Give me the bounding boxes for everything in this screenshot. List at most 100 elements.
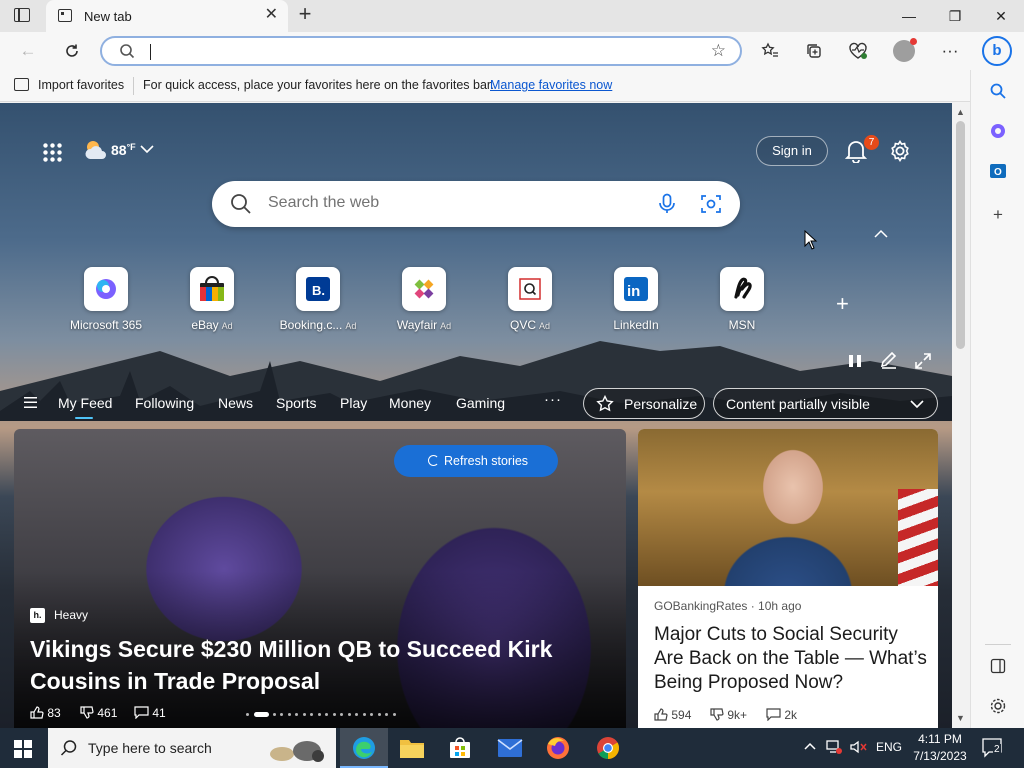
carousel-dot[interactable] bbox=[246, 713, 249, 716]
taskbar-search-box[interactable]: Type here to search bbox=[48, 728, 336, 768]
taskbar-mail[interactable] bbox=[486, 728, 534, 768]
tab-gaming[interactable]: Gaming bbox=[456, 395, 505, 411]
quick-link-microsoft-365[interactable]: Microsoft 365 bbox=[56, 267, 156, 332]
tab-my-feed[interactable]: My Feed bbox=[58, 395, 112, 419]
carousel-dot[interactable] bbox=[302, 713, 306, 716]
sign-in-button[interactable]: Sign in bbox=[756, 136, 828, 166]
story-headline[interactable]: Major Cuts to Social Security Are Back o… bbox=[654, 623, 930, 695]
sidebar-settings-button[interactable] bbox=[985, 693, 1011, 719]
personalize-button[interactable]: Personalize bbox=[583, 388, 705, 419]
sidebar-search-button[interactable] bbox=[985, 78, 1011, 104]
minimize-button[interactable]: — bbox=[886, 0, 932, 32]
tab-news[interactable]: News bbox=[218, 395, 253, 411]
show-hidden-icons[interactable] bbox=[804, 740, 816, 754]
carousel-dot[interactable] bbox=[377, 713, 381, 716]
carousel-dot[interactable] bbox=[280, 713, 283, 716]
windows-start-icon[interactable] bbox=[14, 740, 32, 758]
sidebar-office-button[interactable] bbox=[985, 118, 1011, 144]
back-button[interactable]: ← bbox=[14, 37, 42, 65]
expand-icon[interactable] bbox=[913, 352, 933, 370]
language-indicator[interactable]: ENG bbox=[876, 740, 902, 754]
tab-following[interactable]: Following bbox=[135, 395, 194, 411]
gear-icon[interactable] bbox=[888, 139, 912, 163]
carousel-dot[interactable] bbox=[272, 713, 276, 716]
microphone-icon[interactable] bbox=[658, 193, 676, 215]
comments-button[interactable]: 2k bbox=[766, 708, 797, 722]
favorites-button[interactable] bbox=[756, 37, 784, 65]
refresh-stories-button[interactable]: Refresh stories bbox=[394, 445, 558, 477]
bing-chat-button[interactable]: b bbox=[982, 36, 1012, 66]
taskbar-store[interactable] bbox=[436, 728, 484, 768]
scroll-down-icon[interactable]: ▼ bbox=[956, 713, 965, 723]
taskbar-clock[interactable]: 4:11 PM 7/13/2023 bbox=[906, 731, 974, 765]
manage-favorites-link[interactable]: Manage favorites now bbox=[490, 78, 612, 92]
new-tab-button[interactable]: + bbox=[294, 3, 316, 26]
carousel-dot[interactable] bbox=[347, 713, 351, 716]
restore-button[interactable]: ❐ bbox=[932, 0, 978, 32]
volume-icon[interactable] bbox=[850, 740, 868, 757]
tab-sports[interactable]: Sports bbox=[276, 395, 316, 411]
quick-link-wayfair[interactable]: Wayfair Ad bbox=[374, 267, 474, 332]
quick-link-qvc[interactable]: QVC Ad bbox=[480, 267, 580, 332]
comments-button[interactable]: 41 bbox=[134, 706, 166, 720]
action-center-button[interactable]: 2 bbox=[982, 738, 1004, 758]
refresh-button[interactable] bbox=[58, 37, 86, 65]
carousel-dot[interactable] bbox=[385, 713, 388, 716]
add-quick-link-button[interactable]: + bbox=[836, 291, 849, 317]
scroll-up-icon[interactable]: ▲ bbox=[956, 107, 965, 117]
pause-icon[interactable] bbox=[845, 352, 865, 370]
carousel-dot[interactable] bbox=[253, 712, 269, 717]
quick-link-booking[interactable]: B. Booking.c... Ad bbox=[268, 267, 368, 332]
tab-new-tab[interactable]: New tab ✕ bbox=[46, 0, 288, 32]
carousel-dot[interactable] bbox=[355, 713, 358, 716]
more-tabs-button[interactable]: ··· bbox=[544, 391, 562, 408]
hero-headline[interactable]: Vikings Secure $230 Million QB to Succee… bbox=[30, 633, 590, 697]
carousel-dot[interactable] bbox=[362, 713, 366, 716]
tab-actions-icon[interactable] bbox=[14, 8, 30, 22]
settings-menu-button[interactable]: ··· bbox=[936, 37, 964, 65]
content-visibility-dropdown[interactable]: Content partially visible bbox=[713, 388, 938, 419]
close-window-button[interactable]: ✕ bbox=[978, 0, 1024, 32]
import-favorites-button[interactable]: Import favorites bbox=[38, 78, 124, 92]
tab-play[interactable]: Play bbox=[340, 395, 367, 411]
carousel-dot[interactable] bbox=[340, 713, 343, 716]
taskbar-chrome[interactable] bbox=[584, 728, 632, 768]
story-card-social-security[interactable]: GOBankingRates · 10h ago Major Cuts to S… bbox=[638, 429, 938, 728]
dislike-button[interactable]: 9k+ bbox=[710, 708, 747, 722]
visual-search-icon[interactable] bbox=[700, 193, 722, 215]
taskbar-edge[interactable] bbox=[340, 728, 388, 768]
chevron-up-icon[interactable] bbox=[874, 226, 888, 242]
menu-icon[interactable] bbox=[24, 397, 37, 408]
quick-link-msn[interactable]: MSN bbox=[692, 267, 792, 332]
like-button[interactable]: 594 bbox=[654, 708, 691, 722]
carousel-dot[interactable] bbox=[392, 713, 396, 716]
like-button[interactable]: 83 bbox=[30, 706, 61, 720]
carousel-dot[interactable] bbox=[332, 713, 336, 716]
web-search-input[interactable] bbox=[268, 194, 628, 212]
edit-background-icon[interactable] bbox=[879, 352, 899, 370]
taskbar-file-explorer[interactable] bbox=[388, 728, 436, 768]
collections-button[interactable] bbox=[800, 37, 828, 65]
scrollbar-thumb[interactable] bbox=[956, 121, 965, 349]
carousel-dot[interactable] bbox=[287, 713, 291, 716]
carousel-dot[interactable] bbox=[325, 713, 328, 716]
quick-link-linkedin[interactable]: in LinkedIn bbox=[586, 267, 686, 332]
carousel-dots[interactable] bbox=[246, 712, 396, 718]
carousel-dot[interactable] bbox=[295, 713, 298, 716]
address-bar[interactable]: ☆ bbox=[100, 36, 742, 66]
browser-essentials-button[interactable] bbox=[844, 37, 872, 65]
app-launcher-icon[interactable] bbox=[42, 142, 62, 162]
favorite-star-icon[interactable]: ☆ bbox=[711, 41, 726, 61]
tab-money[interactable]: Money bbox=[389, 395, 431, 411]
profile-avatar[interactable] bbox=[893, 38, 917, 62]
dislike-button[interactable]: 461 bbox=[80, 706, 117, 720]
network-icon[interactable] bbox=[826, 740, 842, 757]
quick-link-ebay[interactable]: eBay Ad bbox=[162, 267, 262, 332]
carousel-dot[interactable] bbox=[370, 713, 373, 716]
sidebar-hide-button[interactable] bbox=[985, 653, 1011, 679]
close-tab-icon[interactable]: ✕ bbox=[265, 7, 278, 23]
sidebar-outlook-button[interactable]: O bbox=[985, 158, 1011, 184]
carousel-dot[interactable] bbox=[310, 713, 313, 716]
taskbar-firefox[interactable] bbox=[534, 728, 582, 768]
sidebar-add-button[interactable]: + bbox=[985, 202, 1011, 228]
